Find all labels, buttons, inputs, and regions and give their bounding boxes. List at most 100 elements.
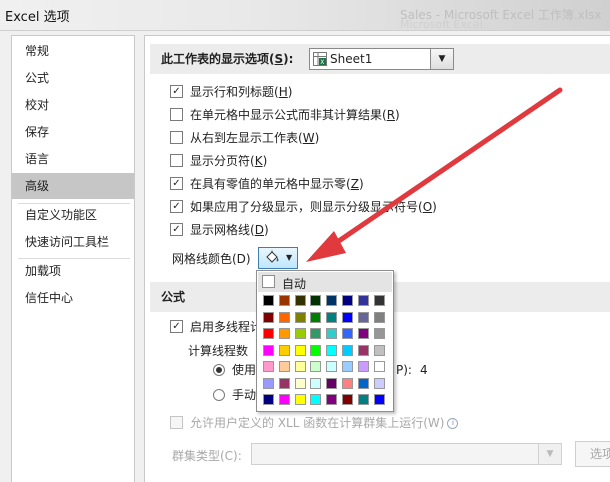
color-swatch[interactable]	[263, 361, 274, 372]
sidebar-item-quick-access-toolbar[interactable]: 快速访问工具栏	[12, 229, 134, 255]
color-swatch[interactable]	[294, 344, 306, 356]
color-swatch[interactable]	[294, 394, 306, 405]
worksheet-select[interactable]: X Sheet1 ▼	[309, 48, 454, 70]
color-swatch[interactable]	[310, 295, 322, 306]
color-swatch[interactable]	[310, 311, 322, 323]
header-text: 此工作表的显示选项(	[161, 52, 275, 66]
checkbox-outline-symbols[interactable]	[170, 200, 183, 213]
color-swatch[interactable]	[373, 295, 385, 306]
color-swatch[interactable]	[294, 361, 306, 372]
gridline-color-button[interactable]: ▼	[258, 247, 298, 269]
option-label: 从右到左显示工作表	[190, 131, 299, 145]
checkbox-show-headers[interactable]	[170, 85, 183, 98]
radio-use-all[interactable]	[213, 363, 225, 376]
color-swatch[interactable]	[342, 295, 353, 306]
cluster-options-button[interactable]: 选项	[575, 441, 610, 467]
color-swatch[interactable]	[326, 394, 338, 405]
color-swatch[interactable]	[357, 344, 369, 356]
color-swatch[interactable]	[373, 344, 385, 356]
checkbox-page-breaks[interactable]	[170, 154, 183, 167]
color-swatch[interactable]	[326, 377, 338, 389]
color-swatch[interactable]	[263, 328, 274, 339]
color-swatch[interactable]	[294, 377, 306, 389]
color-swatch[interactable]	[278, 311, 290, 323]
color-swatch[interactable]	[373, 328, 385, 339]
option-xll-cluster[interactable]: 允许用户定义的 XLL 函数在计算群集上运行(W) i	[170, 415, 459, 433]
color-swatch[interactable]	[310, 361, 322, 372]
color-swatch[interactable]	[294, 311, 306, 323]
color-swatch[interactable]	[326, 311, 338, 323]
sidebar-item-formulas[interactable]: 公式	[12, 65, 134, 91]
color-swatch[interactable]	[357, 394, 369, 405]
color-swatch[interactable]	[294, 328, 306, 339]
color-swatch[interactable]	[342, 311, 353, 323]
color-swatch[interactable]	[278, 328, 290, 339]
color-swatch[interactable]	[278, 377, 290, 389]
color-swatch[interactable]	[278, 344, 290, 356]
color-swatch[interactable]	[263, 295, 274, 306]
option-show-formulas[interactable]: 在单元格中显示公式而非其计算结果(R)	[170, 107, 400, 125]
color-swatch[interactable]	[342, 394, 353, 405]
checkbox-show-zeros[interactable]	[170, 177, 183, 190]
sidebar-item-proofing[interactable]: 校对	[12, 92, 134, 118]
cluster-type-select[interactable]: ▼	[251, 443, 562, 465]
auto-color-label: 自动	[282, 277, 307, 291]
option-show-page-breaks[interactable]: 显示分页符(K)	[170, 153, 267, 171]
option-outline-symbols[interactable]: 如果应用了分级显示，则显示分级显示符号(O)	[170, 199, 437, 217]
checkbox-show-formulas[interactable]	[170, 108, 183, 121]
color-swatch[interactable]	[373, 361, 385, 372]
checkbox-multithreaded[interactable]	[170, 320, 183, 333]
color-swatch[interactable]	[357, 361, 369, 372]
color-swatch[interactable]	[326, 328, 338, 339]
color-swatch[interactable]	[278, 361, 290, 372]
option-accesskey: Z	[350, 177, 359, 191]
option-accesskey: H	[278, 85, 288, 99]
checkbox-show-gridlines[interactable]	[170, 223, 183, 236]
color-swatch[interactable]	[263, 311, 274, 323]
option-multithreaded-calc[interactable]: 启用多线程计	[170, 319, 262, 337]
color-swatch[interactable]	[357, 328, 369, 339]
color-swatch[interactable]	[357, 311, 369, 323]
sidebar-item-trust-center[interactable]: 信任中心	[12, 285, 134, 311]
color-swatch[interactable]	[263, 344, 274, 356]
color-swatch[interactable]	[310, 328, 322, 339]
radio-manual-threads[interactable]: 手动	[213, 387, 256, 405]
sidebar-item-advanced[interactable]: 高级	[12, 173, 134, 199]
option-show-gridlines[interactable]: 显示网格线(D)	[170, 222, 269, 240]
color-swatch[interactable]	[310, 394, 322, 405]
radio-manual[interactable]	[213, 388, 225, 401]
color-swatch[interactable]	[326, 344, 338, 356]
color-swatch[interactable]	[278, 295, 290, 306]
color-swatch[interactable]	[373, 377, 385, 389]
checkbox-right-to-left[interactable]	[170, 131, 183, 144]
sidebar-item-save[interactable]: 保存	[12, 119, 134, 145]
chevron-down-icon[interactable]: ▼	[538, 444, 561, 464]
checkbox-xll-cluster[interactable]	[170, 416, 183, 429]
color-swatch[interactable]	[310, 344, 322, 356]
color-swatch[interactable]	[373, 394, 385, 405]
palette-auto-option[interactable]: 自动	[258, 272, 392, 292]
color-swatch[interactable]	[342, 328, 353, 339]
option-show-zeros[interactable]: 在具有零值的单元格中显示零(Z)	[170, 176, 364, 194]
sidebar-item-language[interactable]: 语言	[12, 146, 134, 172]
color-swatch[interactable]	[357, 377, 369, 389]
sidebar-item-add-ins[interactable]: 加载项	[12, 258, 134, 284]
sidebar-item-customize-ribbon[interactable]: 自定义功能区	[12, 202, 134, 228]
color-swatch[interactable]	[326, 361, 338, 372]
color-swatch[interactable]	[294, 295, 306, 306]
color-swatch[interactable]	[263, 394, 274, 405]
color-swatch[interactable]	[357, 295, 369, 306]
radio-use-all-processors[interactable]: 使用	[213, 362, 256, 380]
color-swatch[interactable]	[342, 344, 353, 356]
color-swatch[interactable]	[263, 377, 274, 389]
color-swatch[interactable]	[310, 377, 322, 389]
option-show-row-column-headers[interactable]: 显示行和列标题(H)	[170, 84, 292, 102]
color-swatch[interactable]	[342, 361, 353, 372]
sidebar-item-general[interactable]: 常规	[12, 38, 134, 64]
color-swatch[interactable]	[373, 311, 385, 323]
chevron-down-icon[interactable]: ▼	[430, 49, 453, 69]
color-swatch[interactable]	[342, 377, 353, 389]
option-right-to-left[interactable]: 从右到左显示工作表(W)	[170, 130, 319, 148]
color-swatch[interactable]	[326, 295, 338, 306]
color-swatch[interactable]	[278, 394, 290, 405]
